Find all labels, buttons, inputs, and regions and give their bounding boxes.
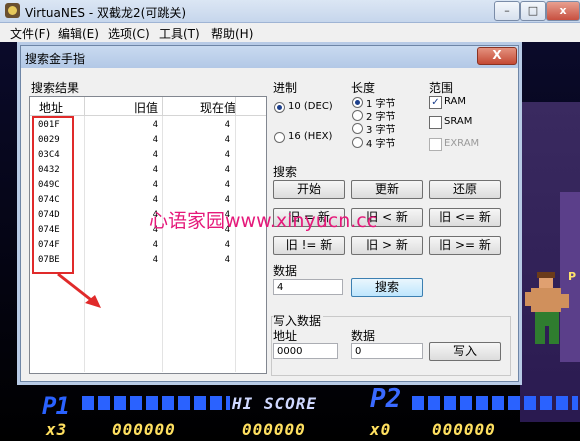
length-4-byte-label: 4 字节 [366, 139, 396, 150]
cell-old: 4 [152, 225, 158, 235]
cell-new: 4 [224, 165, 230, 175]
hud-p1-label: P1 [42, 392, 70, 420]
range-exram-checkbox [429, 138, 442, 151]
app-title: VirtuaNES - 双截龙2(可跳关) [25, 6, 187, 20]
compare-not-equal-button[interactable]: 旧 != 新 [273, 236, 345, 255]
radix-hex-label: 16 (HEX) [288, 131, 333, 142]
radix-dec-radio[interactable] [274, 102, 285, 113]
write-button[interactable]: 写入 [429, 342, 501, 361]
data-label: 数据 [273, 264, 298, 278]
hud-hi-score-label: HI SCORE [232, 394, 318, 413]
cell-old: 4 [152, 165, 158, 175]
results-list-header: 地址 旧值 现在值 [30, 97, 266, 116]
app-title-bar: VirtuaNES - 双截龙2(可跳关) – □ x [0, 0, 580, 23]
hud-p1-lives: x3 [46, 420, 68, 439]
column-header-new[interactable]: 现在值 [200, 99, 236, 116]
length-4-byte-radio[interactable] [352, 137, 363, 148]
maximize-button[interactable]: □ [520, 1, 546, 21]
hud-p2-health-bar [412, 396, 578, 410]
highlight-annotation-box [32, 116, 74, 274]
cheat-search-dialog: 搜索金手指 X 搜索结果 地址 旧值 现在值 001F 4 4 0029 4 4 03C… [20, 45, 519, 382]
write-data-input[interactable]: 0 [351, 343, 423, 359]
cell-old: 4 [152, 240, 158, 250]
column-header-addr[interactable]: 地址 [39, 99, 63, 116]
compare-greater-button[interactable]: 旧 > 新 [351, 236, 423, 255]
cell-new: 4 [224, 120, 230, 130]
column-header-old[interactable]: 旧值 [134, 99, 158, 116]
hud-p1-score: 000000 [112, 420, 176, 439]
dialog-close-button[interactable]: X [477, 47, 517, 65]
menu-tools[interactable]: 工具(T) [159, 25, 200, 42]
cell-new: 4 [224, 195, 230, 205]
range-sram-checkbox[interactable] [429, 116, 442, 129]
hud-p2-lives: x0 [370, 420, 392, 439]
menu-edit[interactable]: 编辑(E) [58, 25, 99, 42]
annotation-arrow-icon [57, 272, 101, 308]
range-sram-label: SRAM [444, 116, 473, 127]
menu-bar: 文件(F) 编辑(E) 选项(C) 工具(T) 帮助(H) [0, 23, 580, 42]
dialog-title-bar: 搜索金手指 X [21, 46, 518, 68]
length-3-byte-radio[interactable] [352, 123, 363, 134]
cell-old: 4 [152, 180, 158, 190]
menu-file[interactable]: 文件(F) [10, 25, 50, 42]
menu-options[interactable]: 选项(C) [108, 25, 150, 42]
cell-new: 4 [224, 180, 230, 190]
range-ram-label: RAM [444, 96, 467, 107]
length-3-byte-label: 3 字节 [366, 125, 396, 136]
game-character-sprite [525, 272, 569, 344]
radix-hex-radio[interactable] [274, 132, 285, 143]
radix-label: 进制 [273, 81, 298, 95]
search-start-button[interactable]: 开始 [273, 180, 345, 199]
write-addr-input[interactable]: 0000 [273, 343, 338, 359]
close-app-button[interactable]: x [546, 1, 580, 21]
search-section-label: 搜索 [273, 165, 298, 179]
header-divider [235, 97, 236, 115]
length-2-byte-radio[interactable] [352, 110, 363, 121]
cell-old: 4 [152, 135, 158, 145]
range-label: 范围 [429, 81, 454, 95]
hud-hi-score-value: 000000 [242, 420, 306, 439]
cell-new: 4 [224, 135, 230, 145]
length-1-byte-radio[interactable] [352, 97, 363, 108]
results-group-label: 搜索结果 [31, 81, 80, 95]
compare-greater-equal-button[interactable]: 旧 >= 新 [429, 236, 501, 255]
radix-dec-label: 10 (DEC) [288, 101, 333, 112]
dialog-title: 搜索金手指 [25, 52, 86, 66]
search-button[interactable]: 搜索 [351, 278, 423, 297]
cell-old: 4 [152, 210, 158, 220]
search-restore-button[interactable]: 还原 [429, 180, 501, 199]
cell-old: 4 [152, 150, 158, 160]
length-label: 长度 [351, 81, 376, 95]
menu-help[interactable]: 帮助(H) [211, 25, 253, 42]
cell-new: 4 [224, 255, 230, 265]
hud-p2-label: P2 [370, 384, 402, 414]
cell-old: 4 [152, 195, 158, 205]
range-exram-label: EXRAM [444, 138, 480, 149]
cell-new: 4 [224, 240, 230, 250]
cell-old: 4 [152, 255, 158, 265]
data-input[interactable]: 4 [273, 279, 343, 295]
compare-less-equal-button[interactable]: 旧 <= 新 [429, 208, 501, 227]
hud-p1-health-bar [82, 396, 230, 410]
app-icon [5, 3, 20, 18]
search-update-button[interactable]: 更新 [351, 180, 423, 199]
cell-old: 4 [152, 120, 158, 130]
write-addr-label: 地址 [273, 329, 298, 343]
minimize-button[interactable]: – [494, 1, 520, 21]
write-data-field-label: 数据 [351, 329, 376, 343]
header-divider [84, 97, 85, 115]
header-divider [162, 97, 163, 115]
range-ram-checkbox[interactable]: ✓ [429, 96, 442, 109]
watermark-text: 心语家园www.xinyucn.cc [149, 210, 378, 232]
hud-p2-score: 000000 [432, 420, 496, 439]
cell-new: 4 [224, 150, 230, 160]
